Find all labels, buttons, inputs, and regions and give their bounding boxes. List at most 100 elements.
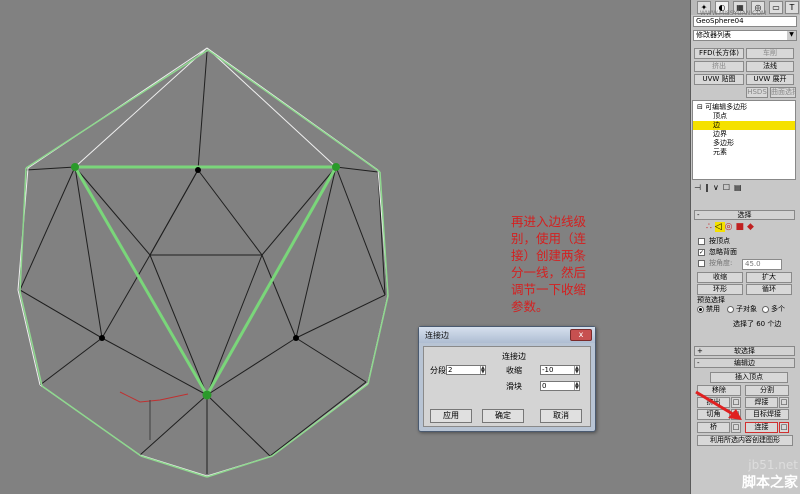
pin-stack-icon[interactable]: ⊣ xyxy=(694,183,705,192)
create-shape-button[interactable]: 利用所选内容创建图形 xyxy=(697,435,793,446)
stack-toolbar[interactable]: ⊣‖∨☐▤ xyxy=(694,183,794,193)
border-mode-icon[interactable]: ◎ xyxy=(725,222,736,232)
stack-item-label: 元素 xyxy=(713,148,727,156)
chevron-down-icon[interactable]: ▼ xyxy=(787,31,796,40)
stack-item-element[interactable]: 元素 xyxy=(693,148,795,157)
show-end-result-icon[interactable]: ‖ xyxy=(705,183,713,192)
preview-subobj-label: 子对象 xyxy=(736,305,757,313)
by-angle-label: 按角度: xyxy=(709,259,733,267)
edge-mode-icon[interactable]: ◁ xyxy=(714,222,725,232)
display-tab-icon[interactable]: ▭ xyxy=(769,1,783,14)
minus-icon[interactable]: ⊟ xyxy=(697,103,703,111)
remove-modifier-icon[interactable]: ☐ xyxy=(723,183,734,192)
target-weld-button[interactable]: 目标焊接 xyxy=(745,409,789,420)
outline-edges xyxy=(17,47,389,477)
polygon-mode-icon[interactable]: ■ xyxy=(736,222,748,232)
utilities-tab-icon[interactable]: T xyxy=(785,1,799,14)
watermark-site: jb51.net xyxy=(748,458,798,472)
hsds-button[interactable]: HSDS xyxy=(746,87,768,98)
make-unique-icon[interactable]: ∨ xyxy=(713,183,723,192)
segments-value: 2 xyxy=(448,366,453,374)
weld-settings-icon[interactable]: □ xyxy=(779,397,789,408)
red-arrow-icon xyxy=(695,390,742,420)
ring-button[interactable]: 环形 xyxy=(697,284,743,295)
selection-rollout-header[interactable]: - 选择 xyxy=(694,210,795,220)
ffd-box-button[interactable]: FFD(长方体) xyxy=(694,48,744,59)
edit-edges-title: 编辑边 xyxy=(734,359,755,367)
pinch-value: -10 xyxy=(542,366,554,374)
cancel-button[interactable]: 取消 xyxy=(540,409,582,423)
surface-select-button[interactable]: 曲面选择 xyxy=(770,87,796,98)
modifier-stack[interactable]: ⊟ 可编辑多边形 顶点 边 边界 多边形 元素 xyxy=(692,100,796,180)
spinner-arrows-icon[interactable]: ▲ ▼ xyxy=(574,366,579,375)
lathe-button[interactable]: 车削 xyxy=(746,48,794,59)
annotation-line: 调节一下收缩 xyxy=(511,282,587,297)
loop-button[interactable]: 循环 xyxy=(746,284,792,295)
perspective-viewport[interactable]: 再进入边线级 别，使用（连 接）创建两条 分一线，然后 调节一下收缩 参数。 连接边 x … xyxy=(0,0,690,494)
slide-value: 0 xyxy=(542,382,547,390)
stack-item-border[interactable]: 边界 xyxy=(693,130,795,139)
vertex-mode-icon[interactable]: ∴ xyxy=(706,222,715,232)
preview-selection-label: 预览选择 xyxy=(697,296,725,304)
shrink-button[interactable]: 收缩 xyxy=(697,272,743,283)
selection-status: 选择了 60 个边 xyxy=(733,320,782,328)
stack-item-vertex[interactable]: 顶点 xyxy=(693,112,795,121)
dialog-titlebar[interactable]: 连接边 x xyxy=(419,327,595,343)
stack-item-label: 多边形 xyxy=(713,139,734,147)
soft-selection-rollout-header[interactable]: + 软选择 xyxy=(694,346,795,356)
dialog-title: 连接边 xyxy=(425,331,449,340)
segments-spinner[interactable]: 2 ▲ ▼ xyxy=(446,365,486,375)
tutorial-annotation: 再进入边线级 别，使用（连 接）创建两条 分一线，然后 调节一下收缩 参数。 xyxy=(511,213,631,315)
connect-settings-icon[interactable]: □ xyxy=(779,422,789,433)
annotation-line: 别，使用（连 xyxy=(511,231,587,246)
by-angle-checkbox[interactable] xyxy=(698,260,705,267)
element-mode-icon[interactable]: ◆ xyxy=(747,222,757,232)
grow-button[interactable]: 扩大 xyxy=(746,272,792,283)
slide-spinner[interactable]: 0 ▲ ▼ xyxy=(540,381,580,391)
apply-button[interactable]: 应用 xyxy=(430,409,472,423)
preview-off-radio[interactable] xyxy=(697,306,704,313)
slide-label: 滑块 xyxy=(506,382,522,391)
stack-item-label: 边界 xyxy=(713,130,727,138)
close-button[interactable]: x xyxy=(570,329,592,341)
minus-icon: - xyxy=(697,359,700,367)
configure-icon[interactable]: ▤ xyxy=(734,183,746,192)
subobject-icons: ∴◁◎■◆ xyxy=(706,222,786,234)
stack-root-label: 可编辑多边形 xyxy=(705,103,748,111)
pinch-spinner[interactable]: -10 ▲ ▼ xyxy=(540,365,580,375)
stack-root-item[interactable]: ⊟ 可编辑多边形 xyxy=(693,103,795,112)
connected-edges[interactable] xyxy=(73,165,338,396)
modifier-list-dropdown[interactable]: 修改器列表 ▼ xyxy=(693,30,797,41)
stack-item-label: 顶点 xyxy=(713,112,727,120)
modifier-list-label: 修改器列表 xyxy=(696,31,731,39)
ignore-backfacing-checkbox[interactable]: ✓ xyxy=(698,249,705,256)
selection-rollout-title: 选择 xyxy=(737,211,752,219)
watermark-top: WWW.MISSYUAN.COM xyxy=(700,10,767,17)
group-title: 连接边 xyxy=(502,352,526,361)
by-vertex-checkbox[interactable] xyxy=(698,238,705,245)
plus-icon: + xyxy=(697,347,703,355)
preview-subobj-radio[interactable] xyxy=(727,306,734,313)
preview-multi-label: 多个 xyxy=(771,305,785,313)
extrude-modifier-button[interactable]: 挤出 xyxy=(694,61,744,72)
stack-item-polygon[interactable]: 多边形 xyxy=(693,139,795,148)
uvw-unwrap-button[interactable]: UVW 展开 xyxy=(746,74,794,85)
spinner-arrows-icon[interactable]: ▲ ▼ xyxy=(480,366,485,375)
insert-vertex-button[interactable]: 插入顶点 xyxy=(710,372,788,383)
preview-multi-radio[interactable] xyxy=(762,306,769,313)
uvw-map-button[interactable]: UVW 贴图 xyxy=(694,74,744,85)
by-vertex-label: 按顶点 xyxy=(709,237,730,245)
normal-button[interactable]: 法线 xyxy=(746,61,794,72)
dialog-body: 连接边 分段: 2 ▲ ▼ 收缩 -10 ▲ ▼ 滑块 0 ▲ ▼ 应用 确定 取消 xyxy=(423,346,591,427)
spinner-arrows-icon[interactable]: ▲ ▼ xyxy=(574,382,579,391)
selected-edges[interactable] xyxy=(19,49,389,478)
edit-edges-rollout-header[interactable]: - 编辑边 xyxy=(694,358,795,368)
ok-button[interactable]: 确定 xyxy=(482,409,524,423)
vertices xyxy=(71,163,340,400)
object-name-field[interactable]: GeoSphere04 xyxy=(693,16,797,27)
split-button[interactable]: 分割 xyxy=(745,385,789,396)
transform-gizmo[interactable] xyxy=(119,391,189,440)
stack-item-edge[interactable]: 边 xyxy=(693,121,795,130)
connect-edges-dialog[interactable]: 连接边 x 连接边 分段: 2 ▲ ▼ 收缩 -10 ▲ ▼ 滑块 0 ▲ ▼ 应用 … xyxy=(418,326,596,432)
angle-spinner[interactable]: 45.0 xyxy=(742,259,782,270)
